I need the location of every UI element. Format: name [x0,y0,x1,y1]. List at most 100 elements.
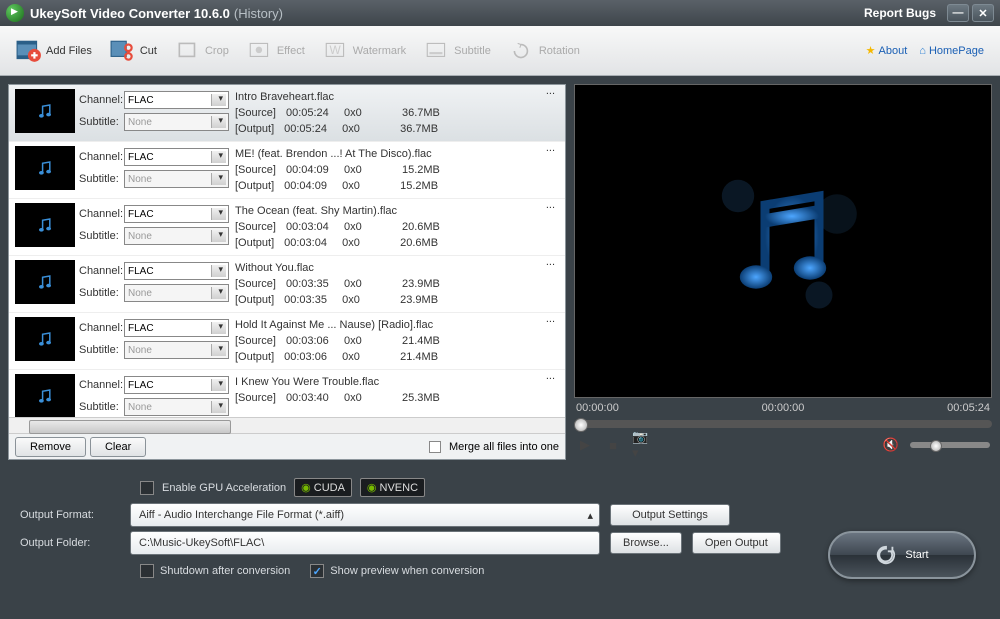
shutdown-checkbox[interactable] [140,564,154,578]
app-title-suffix: (History) [234,6,283,21]
file-name: I Knew You Were Trouble.flac [235,374,540,390]
file-more-button[interactable]: ... [546,256,565,312]
file-more-button[interactable]: ... [546,85,565,141]
file-name: The Ocean (feat. Shy Martin).flac [235,203,540,219]
channel-select[interactable]: FLAC [124,148,229,166]
add-files-button[interactable]: Add Files [8,36,100,66]
file-name: Intro Braveheart.flac [235,89,540,105]
watermark-icon: W [323,40,349,62]
file-item[interactable]: Channel:FLAC Subtitle:None I Knew You We… [9,370,565,417]
effect-icon [247,40,273,62]
close-button[interactable]: ✕ [972,4,994,22]
minimize-button[interactable]: — [947,4,969,22]
file-name: Without You.flac [235,260,540,276]
time-total: 00:05:24 [947,402,990,414]
clear-button[interactable]: Clear [90,437,146,457]
cut-button[interactable]: Cut [102,36,165,66]
file-thumbnail [15,146,75,190]
subtitle-button[interactable]: Subtitle [416,36,499,66]
file-thumbnail [15,374,75,417]
time-current: 00:00:00 [576,402,619,414]
output-folder-label: Output Folder: [20,537,120,549]
remove-button[interactable]: Remove [15,437,86,457]
output-format-select[interactable]: Aiff - Audio Interchange File Format (*.… [130,503,600,527]
subtitle-select[interactable]: None [124,170,229,188]
file-thumbnail [15,317,75,361]
subtitle-label: Subtitle: [79,173,121,185]
preview-checkbox[interactable]: ✓ [310,564,324,578]
subtitle-select[interactable]: None [124,113,229,131]
time-position: 00:00:00 [762,402,805,414]
subtitle-select[interactable]: None [124,398,229,416]
file-name: ME! (feat. Brendon ...! At The Disco).fl… [235,146,540,162]
channel-label: Channel: [79,151,121,163]
merge-checkbox[interactable] [429,441,441,453]
preview-screen [574,84,992,398]
snapshot-button[interactable]: 📷▾ [632,436,650,454]
scissors-icon [110,40,136,62]
file-more-button[interactable]: ... [546,199,565,255]
channel-select[interactable]: FLAC [124,205,229,223]
channel-label: Channel: [79,265,121,277]
file-item[interactable]: Channel:FLAC Subtitle:None Intro Bravehe… [9,85,565,142]
effect-button[interactable]: Effect [239,36,313,66]
preview-label: Show preview when conversion [330,565,484,577]
browse-button[interactable]: Browse... [610,532,682,554]
file-item[interactable]: Channel:FLAC Subtitle:None Without You.f… [9,256,565,313]
file-thumbnail [15,89,75,133]
file-item[interactable]: Channel:FLAC Subtitle:None ME! (feat. Br… [9,142,565,199]
channel-label: Channel: [79,208,121,220]
subtitle-label: Subtitle: [79,401,121,413]
open-output-button[interactable]: Open Output [692,532,781,554]
output-format-label: Output Format: [20,509,120,521]
file-item[interactable]: Channel:FLAC Subtitle:None Hold It Again… [9,313,565,370]
subtitle-label: Subtitle: [79,287,121,299]
file-more-button[interactable]: ... [546,142,565,198]
rotation-icon [509,40,535,62]
crop-icon [175,40,201,62]
volume-icon[interactable]: 🔇 [882,436,900,454]
homepage-link[interactable]: ⌂HomePage [919,44,984,57]
channel-select[interactable]: FLAC [124,376,229,394]
play-button[interactable]: ▶ [576,436,594,454]
seek-slider[interactable] [574,420,992,428]
subtitle-label: Subtitle: [79,116,121,128]
app-logo-icon [6,4,24,22]
film-plus-icon [16,40,42,62]
shutdown-label: Shutdown after conversion [160,565,290,577]
nvenc-badge: ◉NVENC [360,478,425,497]
crop-button[interactable]: Crop [167,36,237,66]
file-more-button[interactable]: ... [546,370,565,417]
output-settings-button[interactable]: Output Settings [610,504,730,526]
report-bugs-link[interactable]: Report Bugs [864,6,936,20]
subtitle-select[interactable]: None [124,341,229,359]
file-thumbnail [15,260,75,304]
output-folder-input[interactable]: C:\Music-UkeySoft\FLAC\ [130,531,600,555]
toolbar: Add Files Cut Crop Effect WWatermark Sub… [0,26,1000,76]
subtitle-select[interactable]: None [124,284,229,302]
channel-label: Channel: [79,94,121,106]
refresh-icon [875,544,897,566]
channel-select[interactable]: FLAC [124,262,229,280]
cuda-badge: ◉CUDA [294,478,352,497]
channel-select[interactable]: FLAC [124,91,229,109]
stop-button[interactable]: ■ [604,436,622,454]
volume-slider[interactable] [910,442,990,448]
channel-label: Channel: [79,322,121,334]
subtitle-select[interactable]: None [124,227,229,245]
merge-label: Merge all files into one [449,441,559,453]
rotation-button[interactable]: Rotation [501,36,588,66]
file-more-button[interactable]: ... [546,313,565,369]
horizontal-scrollbar[interactable]: ⦀ [9,417,565,433]
watermark-button[interactable]: WWatermark [315,36,414,66]
about-link[interactable]: ★About [866,44,908,57]
file-list[interactable]: Channel:FLAC Subtitle:None Intro Bravehe… [9,85,565,417]
gpu-label: Enable GPU Acceleration [162,482,286,494]
subtitle-icon [424,40,450,62]
home-icon: ⌂ [919,45,926,57]
star-icon: ★ [866,44,876,57]
start-button[interactable]: Start [828,531,976,579]
gpu-checkbox[interactable] [140,481,154,495]
channel-select[interactable]: FLAC [124,319,229,337]
file-item[interactable]: Channel:FLAC Subtitle:None The Ocean (fe… [9,199,565,256]
